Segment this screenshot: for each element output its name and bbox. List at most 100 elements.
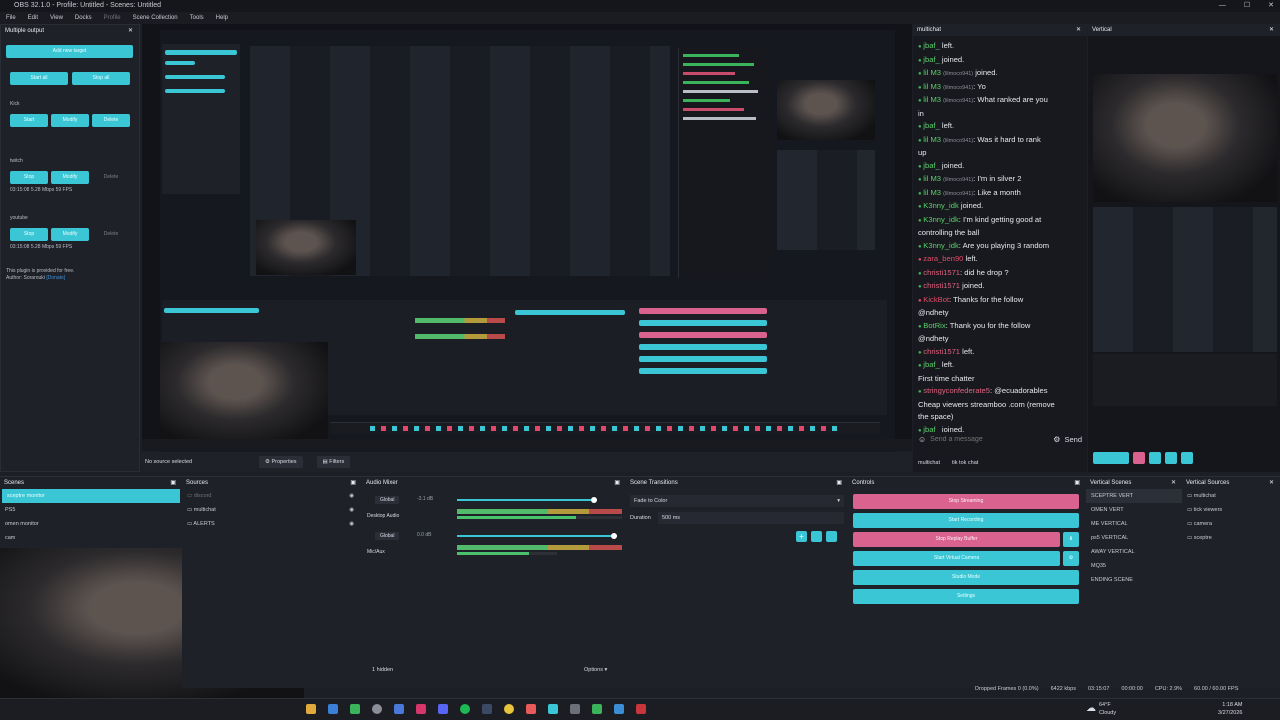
- kick-start-button[interactable]: Start: [10, 114, 48, 127]
- chat-username[interactable]: christi1571: [923, 281, 960, 290]
- chat-username[interactable]: christi1571: [923, 268, 960, 277]
- start-recording-button[interactable]: Start Recording: [853, 513, 1079, 528]
- youtube-stop-button[interactable]: Stop: [10, 228, 48, 241]
- chat-username[interactable]: K3nny_idk: [923, 201, 958, 210]
- store-icon[interactable]: [328, 704, 338, 714]
- chat-username[interactable]: lil M3: [923, 135, 941, 144]
- scene-item-ps5[interactable]: PS5: [0, 503, 182, 517]
- search-icon[interactable]: [526, 704, 536, 714]
- xbox-icon[interactable]: [350, 704, 360, 714]
- chat-username[interactable]: jbaf_: [923, 360, 939, 369]
- discord-icon[interactable]: [438, 704, 448, 714]
- donate-link[interactable]: [Donate]: [46, 275, 65, 281]
- dock-menu-icon[interactable]: ▣: [836, 477, 842, 489]
- settings-icon[interactable]: ⚙: [1053, 435, 1060, 444]
- obs-icon[interactable]: [372, 704, 382, 714]
- chat-input[interactable]: [930, 432, 1050, 446]
- chat-username[interactable]: lil M3: [923, 174, 941, 183]
- menu-help[interactable]: Help: [216, 12, 228, 24]
- chat-username[interactable]: jbaf_: [923, 55, 939, 64]
- mic-volume-slider[interactable]: [457, 533, 617, 539]
- source-item-alerts[interactable]: ▭ ALERTS ◉: [182, 517, 362, 531]
- chat-username[interactable]: jbaf_: [923, 121, 939, 130]
- settings-button[interactable]: Settings: [853, 589, 1079, 604]
- scene-item-omen-monitor[interactable]: omen monitor: [0, 517, 182, 531]
- vsource-camera[interactable]: ▭ camera: [1182, 517, 1280, 531]
- settings-icon[interactable]: [570, 704, 580, 714]
- tab-multichat[interactable]: multichat: [918, 460, 940, 466]
- virtual-camera-settings-icon[interactable]: ⚙: [1063, 551, 1079, 566]
- app-icon[interactable]: [394, 704, 404, 714]
- transition-properties-icon[interactable]: [811, 531, 822, 542]
- vscene-me-vertical[interactable]: ME VERTICAL: [1086, 517, 1182, 531]
- file-explorer-icon[interactable]: [306, 704, 316, 714]
- chat-username[interactable]: lil M3: [923, 95, 941, 104]
- eye-icon[interactable]: ◉: [349, 489, 354, 503]
- dock-close-icon[interactable]: ✕: [1269, 24, 1274, 36]
- chat-username[interactable]: jbaf_: [923, 161, 939, 170]
- properties-button[interactable]: ⚙ Properties: [259, 456, 303, 468]
- menu-tools[interactable]: Tools: [190, 12, 204, 24]
- studio-mode-button[interactable]: Studio Mode: [853, 570, 1079, 585]
- menu-docks[interactable]: Docks: [75, 12, 92, 24]
- desktop-volume-slider[interactable]: [457, 497, 597, 503]
- scene-item-cam[interactable]: cam: [0, 531, 182, 545]
- dock-close-icon[interactable]: ✕: [1269, 477, 1274, 489]
- photos-icon[interactable]: [614, 704, 624, 714]
- chat-username[interactable]: BotRix: [923, 321, 945, 330]
- twitch-delete-button[interactable]: Delete: [92, 171, 130, 184]
- close-button[interactable]: ✕: [1268, 0, 1274, 12]
- youtube-modify-button[interactable]: Modify: [51, 228, 89, 241]
- menu-file[interactable]: File: [6, 12, 16, 24]
- adobe-icon[interactable]: [636, 704, 646, 714]
- chat-username[interactable]: K3nny_idk: [923, 215, 958, 224]
- vscene-ending-scene[interactable]: ENDING SCENE: [1086, 573, 1182, 587]
- start-all-button[interactable]: Start all: [10, 72, 68, 85]
- twitch-stop-button[interactable]: Stop: [10, 171, 48, 184]
- dock-menu-icon[interactable]: ▣: [1074, 477, 1080, 489]
- stop-all-button[interactable]: Stop all: [72, 72, 130, 85]
- twitch-modify-button[interactable]: Modify: [51, 171, 89, 184]
- chat-username[interactable]: lil M3: [923, 68, 941, 77]
- source-item-discord[interactable]: ▭ discord ◉: [182, 489, 362, 503]
- transition-select[interactable]: Fade to Color ▾: [630, 495, 844, 507]
- dock-menu-icon[interactable]: ▣: [350, 477, 356, 489]
- spotify-icon[interactable]: [460, 704, 470, 714]
- maximize-button[interactable]: ☐: [1244, 0, 1250, 12]
- vscene-away-vertical[interactable]: AWAY VERTICAL: [1086, 545, 1182, 559]
- menu-scene-collection[interactable]: Scene Collection: [133, 12, 178, 24]
- chat-username[interactable]: christi1571: [923, 347, 960, 356]
- chat-username[interactable]: K3nny_idk: [923, 241, 958, 250]
- eye-icon[interactable]: ◉: [349, 503, 354, 517]
- save-replay-icon[interactable]: ⬇: [1063, 532, 1079, 547]
- game-icon[interactable]: [592, 704, 602, 714]
- dock-close-icon[interactable]: ✕: [128, 25, 133, 37]
- stop-streaming-button[interactable]: Stop Streaming: [853, 494, 1079, 509]
- stop-replay-button[interactable]: Stop Replay Buffer: [853, 532, 1060, 547]
- dock-close-icon[interactable]: ✕: [1171, 477, 1176, 489]
- vsource-tick-viewers[interactable]: ▭ tick viewers: [1182, 503, 1280, 517]
- weather-widget[interactable]: ☁ 64°F Cloudy: [1086, 701, 1116, 717]
- mail-icon[interactable]: [548, 704, 558, 714]
- eye-icon[interactable]: ◉: [349, 517, 354, 531]
- steam-icon[interactable]: [482, 704, 492, 714]
- dock-close-icon[interactable]: ✕: [1076, 24, 1081, 36]
- chat-username[interactable]: stringyconfederate5: [923, 386, 990, 395]
- start-virtual-camera-button[interactable]: Start Virtual Camera: [853, 551, 1060, 566]
- emote-icon[interactable]: ☺: [918, 435, 926, 444]
- menu-view[interactable]: View: [50, 12, 63, 24]
- kick-modify-button[interactable]: Modify: [51, 114, 89, 127]
- add-transition-icon[interactable]: +: [796, 531, 807, 542]
- tab-tiktok-chat[interactable]: tik tok chat: [952, 460, 978, 466]
- vscene-sceptre-vert[interactable]: SCEPTRE VERT: [1086, 489, 1182, 503]
- minimize-button[interactable]: —: [1219, 0, 1226, 12]
- scene-item-sceptre-monitor[interactable]: sceptre monitor: [2, 489, 180, 503]
- tiktok-icon[interactable]: [416, 704, 426, 714]
- kick-delete-button[interactable]: Delete: [92, 114, 130, 127]
- add-target-button[interactable]: Add new target: [6, 45, 133, 58]
- options-button[interactable]: Options ▾: [584, 667, 607, 673]
- youtube-delete-button[interactable]: Delete: [92, 228, 130, 241]
- dock-menu-icon[interactable]: ▣: [614, 477, 620, 489]
- dock-menu-icon[interactable]: ▣: [170, 477, 176, 489]
- menu-profile[interactable]: Profile: [104, 12, 121, 24]
